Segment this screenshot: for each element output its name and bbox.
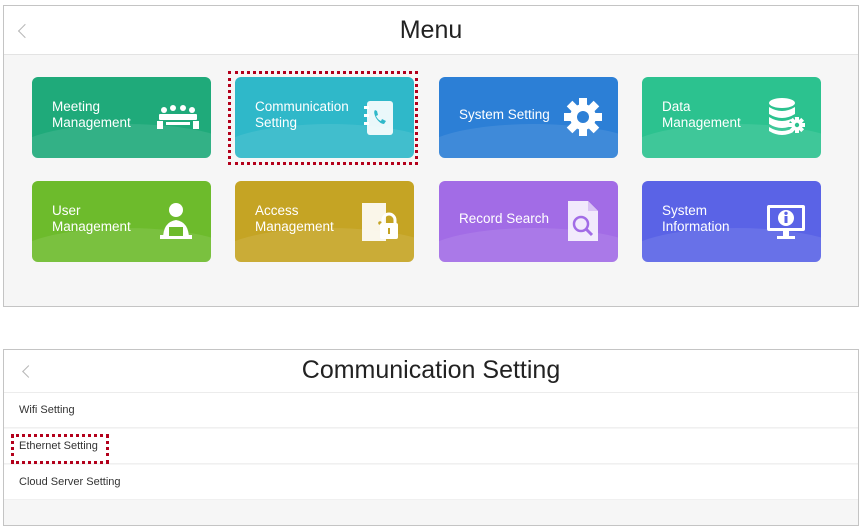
highlight-communication-setting: [228, 71, 418, 165]
tile-label: Information: [662, 219, 730, 234]
tile-label: System: [662, 203, 708, 218]
highlight-ethernet-setting: [11, 434, 109, 464]
tile-data-management[interactable]: Data Management: [642, 77, 821, 158]
tile-access-management[interactable]: Access Management: [235, 181, 414, 262]
tile-label: Management: [255, 219, 334, 234]
tile-label: Access: [255, 203, 299, 218]
tile-record-search[interactable]: Record Search: [439, 181, 618, 262]
tile-label: Management: [52, 115, 131, 130]
menu-screen: Menu Meeting Management Communication Se…: [3, 5, 859, 307]
communication-setting-screen: Communication Setting Wifi Setting Ether…: [3, 349, 859, 526]
tile-label: Record Search: [459, 211, 550, 226]
page-title: Menu: [399, 16, 463, 44]
comm-header: Communication Setting: [4, 350, 858, 393]
monitor-info-icon: [767, 205, 805, 239]
tile-user-management[interactable]: User Management: [32, 181, 211, 262]
tile-system-setting[interactable]: System Setting: [439, 77, 618, 158]
page-title: Communication Setting: [301, 356, 561, 384]
document-search-icon: [568, 201, 598, 241]
list-item-ethernet-setting[interactable]: Ethernet Setting: [4, 429, 858, 464]
tile-label: Management: [662, 115, 741, 130]
tile-label: User: [52, 203, 81, 218]
tile-label: System Setting: [459, 107, 550, 122]
list-item-cloud-server-setting[interactable]: Cloud Server Setting: [4, 465, 858, 500]
tile-meeting-management[interactable]: Meeting Management: [32, 77, 211, 158]
tile-system-information[interactable]: System Information: [642, 181, 821, 262]
list-item-label: Wifi Setting: [19, 404, 75, 416]
tile-label: Meeting: [52, 99, 101, 114]
user-icon: [160, 203, 192, 239]
tile-label: Data: [662, 99, 691, 114]
list-item-label: Cloud Server Setting: [19, 476, 121, 488]
gear-icon: [564, 98, 602, 136]
tile-label: Management: [52, 219, 131, 234]
database-gear-icon: [769, 98, 805, 135]
door-lock-icon: [362, 203, 398, 241]
meeting-icon: [157, 105, 199, 129]
menu-header: Menu: [4, 6, 858, 55]
list-item-wifi-setting[interactable]: Wifi Setting: [4, 393, 858, 428]
